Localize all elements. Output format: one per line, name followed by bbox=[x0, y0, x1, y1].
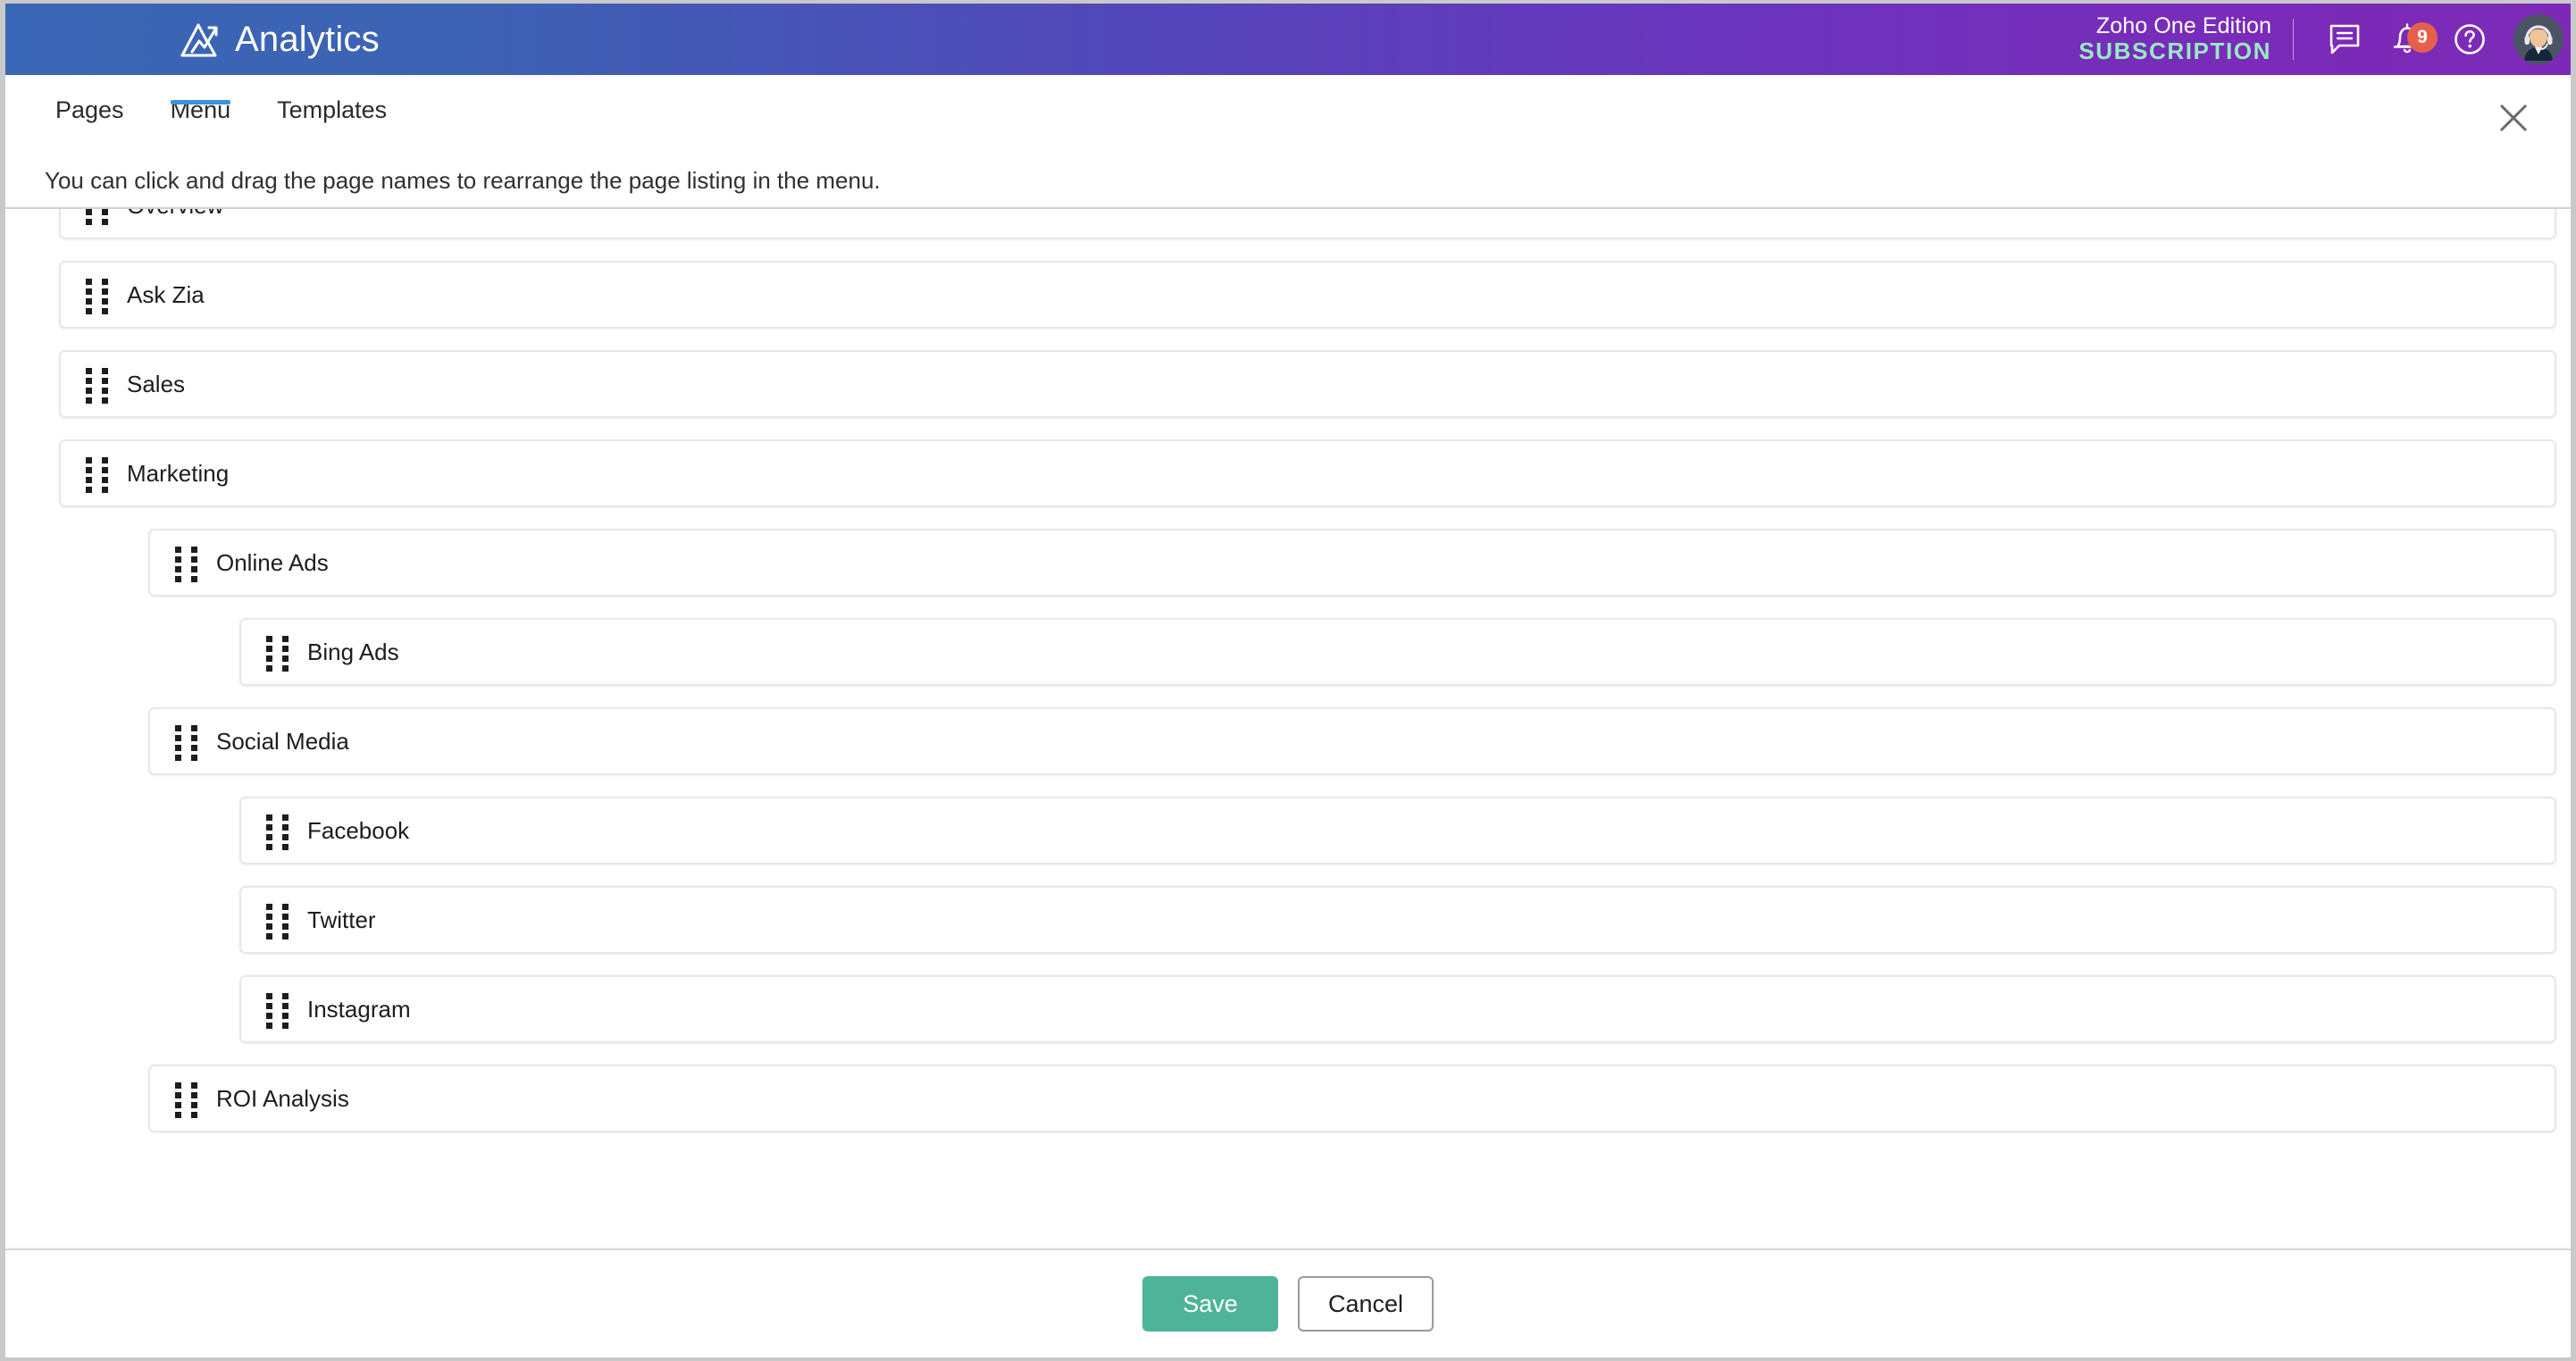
subscription-label: SUBSCRIPTION bbox=[2078, 38, 2271, 65]
page-row[interactable]: Twitter bbox=[239, 886, 2556, 954]
drag-handle-icon[interactable] bbox=[263, 813, 293, 850]
drag-handle-icon[interactable] bbox=[263, 991, 293, 1029]
page-row[interactable]: Bing Ads bbox=[239, 618, 2556, 686]
brand-logo-group[interactable]: Analytics bbox=[180, 20, 380, 59]
page-row[interactable]: Ask Zia bbox=[59, 261, 2556, 329]
header-divider bbox=[2293, 19, 2294, 60]
page-row[interactable]: Online Ads bbox=[148, 529, 2556, 597]
page-row-label: Bing Ads bbox=[307, 639, 399, 665]
brand-name: Analytics bbox=[235, 20, 380, 59]
dialog-footer: Save Cancel bbox=[5, 1248, 2571, 1357]
drag-handle-icon[interactable] bbox=[263, 634, 293, 672]
drag-handle-icon[interactable] bbox=[82, 455, 113, 493]
page-row-label: Twitter bbox=[307, 906, 376, 933]
page-row-label: Social Media bbox=[216, 728, 349, 755]
tab-menu[interactable]: Menu bbox=[158, 75, 244, 124]
page-row[interactable]: Overview bbox=[59, 209, 2556, 239]
help-circle-icon bbox=[2455, 24, 2485, 54]
analytics-mountain-arrow-logo bbox=[180, 23, 218, 57]
edition-info[interactable]: Zoho One Edition SUBSCRIPTION bbox=[2078, 13, 2291, 64]
page-row[interactable]: Instagram bbox=[239, 975, 2556, 1043]
chat-bubble-icon bbox=[2329, 24, 2360, 54]
page-row[interactable]: Facebook bbox=[239, 797, 2556, 864]
drag-handle-icon[interactable] bbox=[82, 209, 113, 225]
page-list-scroll-region[interactable]: Overview Ask Zia Sales Marketing Online Ads B… bbox=[5, 207, 2571, 1357]
page-row-label: Online Ads bbox=[216, 549, 329, 576]
notifications-bell-button[interactable]: 9 bbox=[2381, 13, 2438, 65]
save-button[interactable]: Save bbox=[1142, 1276, 1278, 1332]
app-header: Analytics Zoho One Edition SUBSCRIPTION bbox=[5, 4, 2571, 75]
help-circle-button[interactable] bbox=[2444, 13, 2496, 65]
tab-list: Pages Menu Templates bbox=[5, 75, 2571, 154]
tab-menu-underline bbox=[170, 100, 231, 104]
drag-handle-icon[interactable] bbox=[171, 1081, 202, 1118]
header-right-group: Zoho One Edition SUBSCRIPTION 9 bbox=[2078, 4, 2571, 75]
close-icon bbox=[2499, 104, 2528, 132]
tab-templates[interactable]: Templates bbox=[264, 75, 399, 124]
drag-handle-icon[interactable] bbox=[263, 902, 293, 939]
drag-handle-icon[interactable] bbox=[82, 366, 113, 404]
instruction-text: You can click and drag the page names to… bbox=[5, 154, 2571, 207]
edition-name: Zoho One Edition bbox=[2095, 13, 2271, 39]
page-list: Overview Ask Zia Sales Marketing Online Ads B… bbox=[5, 209, 2571, 1132]
page-row-label: Ask Zia bbox=[127, 281, 205, 308]
drag-handle-icon[interactable] bbox=[171, 545, 202, 582]
page-row-label: Marketing bbox=[127, 460, 230, 487]
page-row-label: Overview bbox=[127, 209, 223, 217]
tab-bar: Pages Menu Templates bbox=[5, 75, 2571, 154]
tab-templates-label: Templates bbox=[277, 96, 388, 123]
cancel-button[interactable]: Cancel bbox=[1298, 1276, 1434, 1332]
page-row-label: Instagram bbox=[307, 996, 411, 1023]
page-row[interactable]: Social Media bbox=[148, 707, 2556, 775]
tab-pages[interactable]: Pages bbox=[43, 75, 137, 124]
page-row-label: Facebook bbox=[307, 817, 410, 844]
page-row-label: ROI Analysis bbox=[216, 1085, 349, 1112]
page-row[interactable]: ROI Analysis bbox=[148, 1065, 2556, 1132]
analytics-app-window: Analytics Zoho One Edition SUBSCRIPTION bbox=[0, 0, 2576, 1361]
page-row-label: Sales bbox=[127, 371, 186, 397]
user-avatar[interactable] bbox=[2513, 14, 2563, 64]
footer-divider bbox=[5, 1248, 148, 1250]
page-row[interactable]: Sales bbox=[59, 350, 2556, 418]
drag-handle-icon[interactable] bbox=[171, 723, 202, 761]
notification-count-badge: 9 bbox=[2407, 22, 2438, 53]
close-dialog-button[interactable] bbox=[2488, 93, 2538, 143]
avatar-image bbox=[2513, 14, 2563, 64]
tab-pages-label: Pages bbox=[55, 96, 124, 123]
chat-bubble-icon-button[interactable] bbox=[2319, 13, 2371, 65]
page-row[interactable]: Marketing bbox=[59, 439, 2556, 507]
drag-handle-icon[interactable] bbox=[82, 277, 113, 314]
